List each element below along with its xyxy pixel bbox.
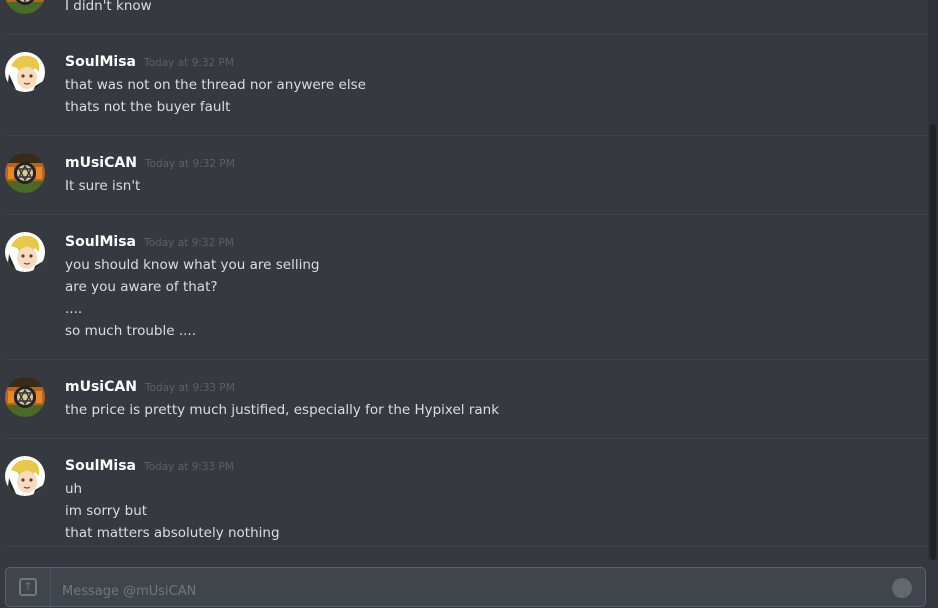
timestamp: Today at 9:33 PM [143,461,234,473]
username[interactable]: SoulMisa [65,458,136,474]
avatar[interactable] [5,456,45,496]
message-list[interactable]: I didn't know SoulMisa Today at 9:32 PM t… [0,0,938,590]
message-text: so much trouble .... [65,323,197,339]
timestamp: Today at 9:33 PM [144,382,235,394]
message-header: mUsiCAN Today at 9:33 PM [65,379,235,395]
emoji-icon[interactable] [892,578,912,598]
message-header: SoulMisa Today at 9:32 PM [65,234,234,250]
message-text: I didn't know [65,0,152,14]
username[interactable]: SoulMisa [65,234,136,250]
message-divider [5,359,928,360]
avatar[interactable] [5,0,45,14]
message-text: im sorry but [65,503,148,519]
timestamp: Today at 9:32 PM [143,57,234,69]
message-text: thats not the buyer fault [65,99,231,115]
username[interactable]: mUsiCAN [65,379,137,395]
message-divider [5,438,928,439]
message-text: .... [65,301,83,317]
avatar[interactable] [5,232,45,272]
message-divider [5,546,928,547]
message-divider [5,34,928,35]
message-composer: ↑ [5,567,926,608]
username[interactable]: SoulMisa [65,54,136,70]
message-divider [5,135,928,136]
message-text: that matters absolutely nothing [65,525,280,541]
avatar[interactable] [5,52,45,92]
message-divider [5,214,928,215]
message-header: SoulMisa Today at 9:33 PM [65,458,234,474]
upload-icon: ↑ [19,578,37,596]
timestamp: Today at 9:32 PM [144,158,235,170]
message-text: you should know what you are selling [65,257,320,273]
message-text: the price is pretty much justified, espe… [65,402,500,418]
message-text: are you aware of that? [65,279,218,295]
message-text: It sure isn't [65,178,141,194]
message-input[interactable] [60,580,864,602]
timestamp: Today at 9:32 PM [143,237,234,249]
upload-button[interactable]: ↑ [6,568,51,608]
username[interactable]: mUsiCAN [65,155,137,171]
avatar[interactable] [5,377,45,417]
avatar[interactable] [5,153,45,193]
scrollbar-thumb[interactable] [930,124,936,560]
message-text: that was not on the thread nor anywere e… [65,77,366,93]
message-header: mUsiCAN Today at 9:32 PM [65,155,235,171]
message-header: SoulMisa Today at 9:32 PM [65,54,234,70]
message-text: uh [65,481,83,497]
